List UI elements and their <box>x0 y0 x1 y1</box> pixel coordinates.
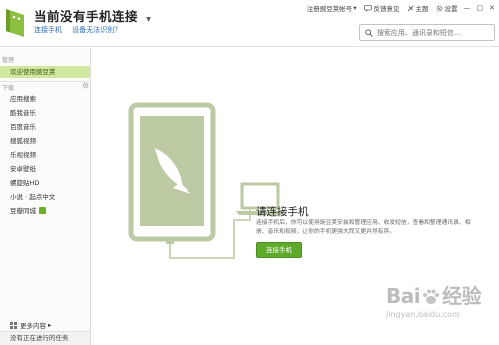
android-logo-icon <box>6 9 24 37</box>
page-title: 当前没有手机连接 <box>34 9 139 24</box>
sidebar-item-douban-city[interactable]: 豆瓣同城 <box>0 205 90 217</box>
device-unrecognized-link[interactable]: 设备无法识别？ <box>72 26 121 34</box>
sidebar-item-app-search[interactable]: 应用搜索 <box>0 93 90 105</box>
connect-description: 连接手机后，你可以使用豌豆荚安装和管理应用、收发短信，查看和整理通讯录、相册、音… <box>256 220 471 235</box>
close-button[interactable]: ✕ <box>489 4 495 12</box>
paw-icon <box>423 289 440 304</box>
divider <box>0 81 91 82</box>
theme-icon <box>407 5 413 11</box>
add-square-icon <box>39 207 46 214</box>
sidebar-item-novel-qidian[interactable]: 小说 · 起点中文 <box>0 191 90 203</box>
sidebar-item-baidu-music[interactable]: 百度音乐 <box>0 121 90 133</box>
app-header: 当前没有手机连接 ▼ 连接手机 设备无法识别？ 注册豌豆荚帐号 ▾ 反馈意见 主… <box>0 0 499 47</box>
chevron-right-icon: ▸ <box>48 321 52 329</box>
connect-phone-button[interactable]: 连接手机 <box>256 242 302 258</box>
sidebar-item-sohu-video[interactable]: 搜狐视频 <box>0 135 90 147</box>
gear-icon[interactable] <box>82 82 89 89</box>
feedback-menu[interactable]: 反馈意见 <box>363 3 400 13</box>
section-label-manage: 管理 <box>2 57 15 64</box>
phone-laptop-illustration <box>128 102 284 259</box>
grid-icon <box>10 321 17 329</box>
maximize-button[interactable]: □ <box>477 4 484 12</box>
sidebar: 管理 欢迎使用豌豆荚 下载 应用搜索 酷我音乐 百度音乐 搜狐视频 乐视视频 安… <box>0 48 91 345</box>
sidebar-item-welcome[interactable]: 欢迎使用豌豆荚 <box>0 66 90 78</box>
search-input[interactable] <box>376 28 494 37</box>
header-links: 连接手机 设备无法识别？ <box>34 25 129 35</box>
feedback-icon <box>363 4 372 12</box>
sidebar-item-android-wallpaper[interactable]: 安卓壁纸 <box>0 163 90 175</box>
more-content-button[interactable]: 更多内容 ▸ <box>10 320 51 330</box>
sidebar-item-kuwo-music[interactable]: 酷我音乐 <box>0 107 90 119</box>
chevron-down-icon[interactable]: ▼ <box>146 16 151 23</box>
sidebar-item-spiral-hd[interactable]: 螺旋贴HD <box>0 177 90 189</box>
task-status-bar: 没有正在进行的任务 <box>0 331 90 345</box>
settings-menu[interactable]: 设置 <box>436 3 458 13</box>
baidu-watermark: Bai 经验 jingyan.baidu.com <box>386 284 482 319</box>
main-panel: 请连接手机 连接手机后，你可以使用豌豆荚安装和管理应用、收发短信，查看和整理通讯… <box>92 48 499 345</box>
chevron-down-icon: ▾ <box>353 4 357 12</box>
search-box[interactable] <box>359 24 495 41</box>
connect-phone-link[interactable]: 连接手机 <box>34 26 62 34</box>
sidebar-item-letv-video[interactable]: 乐视视频 <box>0 149 90 161</box>
top-menu: 注册豌豆荚帐号 ▾ 反馈意见 主题 设置 — □ ✕ <box>300 3 495 13</box>
minimize-button[interactable]: — <box>464 4 471 12</box>
search-icon <box>365 28 373 37</box>
gear-icon <box>436 5 442 11</box>
section-label-download: 下载 <box>2 85 15 92</box>
register-account-menu[interactable]: 注册豌豆荚帐号 ▾ <box>307 3 357 13</box>
theme-menu[interactable]: 主题 <box>407 3 429 13</box>
connect-title: 请连接手机 <box>256 206 309 218</box>
